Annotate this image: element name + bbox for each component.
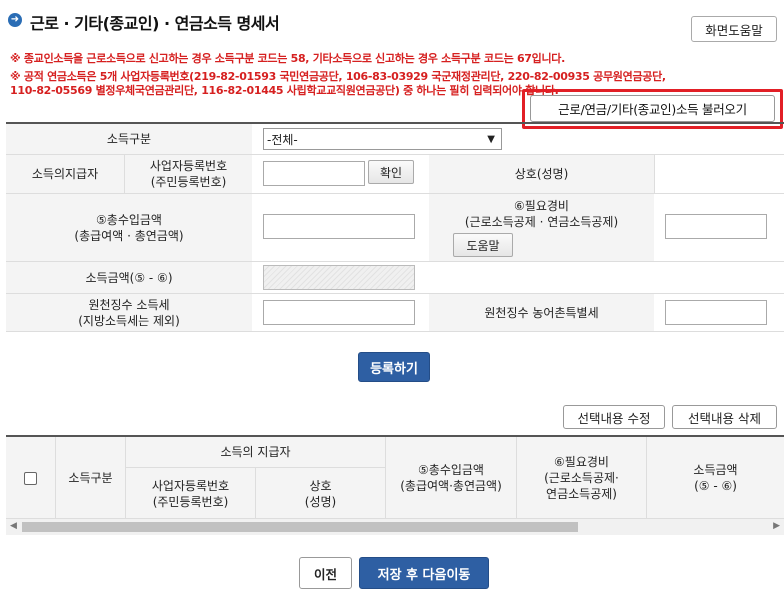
grid-header-payer: 소득의 지급자 [126,437,386,468]
expense-label-line2: (근로소득공제 · 연금소득공제) [464,215,619,229]
income-type-select[interactable]: -전체- ▼ [263,128,502,150]
scroll-right-arrow-icon[interactable]: ▶ [773,521,780,531]
prev-button[interactable]: 이전 [299,557,352,589]
grid-header-total-line2: (총급여액·총연금액) [400,479,502,493]
grid-header-type: 소득구분 [56,437,126,520]
divider [654,155,655,193]
confirm-button[interactable]: 확인 [368,160,414,184]
form-row-amounts: ⑤총수입금액 (총급여액 · 총연금액) ⑥필요경비 (근로소득공제 · 연금소… [6,194,784,262]
grid-horizontal-scrollbar[interactable]: ◀ ▶ [6,518,784,535]
form-row-income-amount: 소득금액(⑤ - ⑥) [6,262,784,294]
withholding-tax-label-line1: 원천징수 소득세 [88,297,170,312]
form-row-withholding: 원천징수 소득세 (지방소득세는 제외) 원천징수 농어촌특별세 [6,294,784,332]
scrollbar-thumb[interactable] [22,522,578,532]
grid-header-expense: ⑥필요경비 (근로소득공제· 연금소득공제) [517,437,647,520]
page-header: ➜ 근로 · 기타(종교인) · 연금소득 명세서 화면도움말 [0,0,784,44]
notice-religious-income: ※ 종교인소득을 근로소득으로 신고하는 경우 소득구분 코드는 58, 기타소… [10,52,565,65]
load-income-button[interactable]: 근로/연금/기타(종교인)소득 불러오기 [530,95,775,122]
expense-input[interactable] [665,214,767,239]
grid-header-name-line2: (성명) [304,494,337,509]
income-type-label: 소득구분 [6,124,252,154]
expense-help-button[interactable]: 도움말 [453,233,513,257]
grid-header-expense-line1: ⑥필요경비 [554,455,609,469]
chevron-down-icon: ▼ [487,134,495,145]
grid-header-total-line1: ⑤총수입금액 [418,463,484,477]
bizno-label-line2: (주민등록번호) [150,175,227,189]
total-income-label-line1: ⑤총수입금액 [96,212,162,227]
grid-header-income-line2: (⑤ - ⑥) [694,479,737,493]
grid-header-name-line1: 상호 [309,478,332,493]
edit-selected-button[interactable]: 선택내용 수정 [563,405,665,429]
withholding-tax-label: 원천징수 소득세 (지방소득세는 제외) [6,294,252,331]
grid-header-income: 소득금액 (⑤ - ⑥) [647,437,784,520]
page-title: 근로 · 기타(종교인) · 연금소득 명세서 [30,14,280,33]
grid-header-expense-line2: (근로소득공제· [544,471,619,485]
grid-header-bizno-line2: (주민등록번호) [152,494,229,509]
bizno-input[interactable] [263,161,365,186]
grid-header-bizno-line1: 사업자등록번호 [151,478,230,493]
screen-help-button[interactable]: 화면도움말 [691,16,777,42]
total-income-label: ⑤총수입금액 (총급여액 · 총연금액) [6,194,252,261]
expense-label-line1: ⑥필요경비 [514,199,569,213]
arrow-right-icon: ➜ [8,13,22,27]
grid-header-total: ⑤총수입금액 (총급여액·총연금액) [386,437,517,520]
select-all-checkbox[interactable] [24,471,37,485]
income-amount-label: 소득금액(⑤ - ⑥) [6,262,252,293]
form-row-payer: 소득의지급자 사업자등록번호 (주민등록번호) 확인 상호(성명) [6,155,784,194]
income-type-selected-value: -전체- [267,132,298,147]
withholding-tax-input[interactable] [263,300,415,325]
total-income-input[interactable] [263,214,415,239]
grid-header-bizno: 사업자등록번호 (주민등록번호) [126,468,256,520]
grid-header-name: 상호 (성명) [256,468,386,520]
save-next-button[interactable]: 저장 후 다음이동 [359,557,489,589]
grid-header-expense-line3: 연금소득공제) [546,487,617,501]
company-label: 상호(성명) [429,155,654,193]
bizno-label: 사업자등록번호 (주민등록번호) [125,155,252,193]
withholding-tax-label-line2: (지방소득세는 제외) [78,313,180,328]
delete-selected-button[interactable]: 선택내용 삭제 [672,405,777,429]
income-amount-field [263,265,415,290]
scroll-left-arrow-icon[interactable]: ◀ [10,521,17,531]
grid-header-select-all [6,437,56,520]
grid-header-income-line1: 소득금액 [693,463,738,477]
rural-tax-input[interactable] [665,300,767,325]
bizno-label-line1: 사업자등록번호 [149,159,228,173]
form-row-income-type: 소득구분 -전체- ▼ [6,122,784,155]
payer-label: 소득의지급자 [6,155,124,193]
rural-tax-label: 원천징수 농어촌특별세 [429,294,654,331]
register-button[interactable]: 등록하기 [358,352,430,382]
total-income-label-line2: (총급여액 · 총연금액) [74,228,184,243]
notice-pension-line2: 110-82-05569 별정우체국연금관리단, 116-82-01445 사립… [10,84,559,97]
